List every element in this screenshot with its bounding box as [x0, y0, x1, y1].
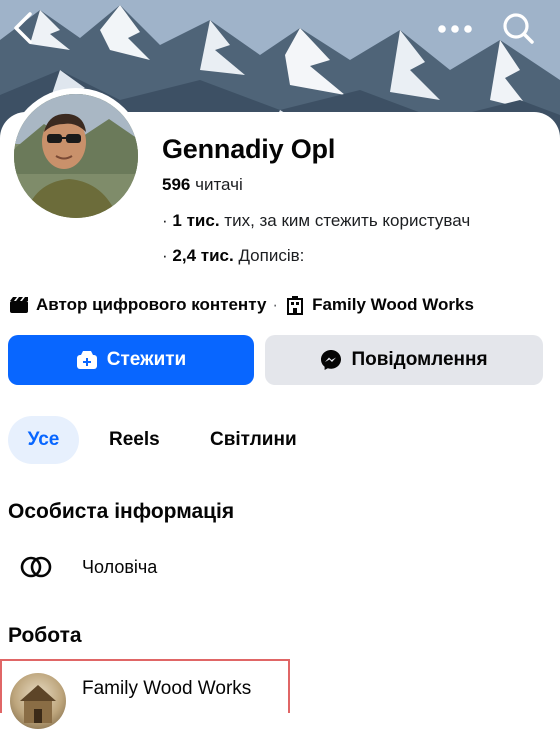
back-button[interactable] [2, 8, 46, 52]
messenger-icon [320, 349, 342, 371]
gender-rings-icon [18, 555, 54, 579]
following-label: тих, за ким стежить користувач [224, 211, 471, 230]
posts-count: 2,4 тис. [172, 246, 234, 265]
gender-value: Чоловіча [82, 556, 158, 577]
workplace-logo [10, 673, 66, 729]
followers-label: читачі [195, 175, 243, 194]
followers-count: 596 [162, 175, 191, 194]
profile-meta: Автор цифрового контенту · Family Wood W… [8, 294, 474, 316]
following-stat[interactable]: · 1 тис. тих, за ким стежить користувач [162, 211, 470, 231]
search-icon [501, 11, 535, 50]
profile-name: Gennadiy Opl [162, 134, 336, 164]
followers-stat[interactable]: 596 читачі [162, 175, 243, 195]
category-label: Автор цифрового контенту [36, 295, 267, 314]
building-icon [284, 294, 306, 316]
tab-all[interactable]: Усе [8, 416, 79, 464]
more-dots-icon [437, 21, 473, 39]
message-button[interactable]: Повідомлення [265, 335, 543, 385]
separator: · [272, 295, 279, 314]
chevron-left-icon [11, 11, 37, 50]
tab-reels[interactable]: Reels [109, 416, 160, 464]
work-place-name: Family Wood Works [82, 678, 252, 699]
search-button[interactable] [496, 8, 540, 52]
personal-info-title: Особиста інформація [8, 500, 235, 523]
clapperboard-icon [8, 294, 30, 316]
workplace-link[interactable]: Family Wood Works [312, 295, 474, 315]
bullet: · [162, 211, 168, 230]
work-title: Робота [8, 624, 82, 647]
following-count: 1 тис. [172, 211, 220, 230]
posts-stat[interactable]: · 2,4 тис. Дописів: [162, 246, 304, 266]
avatar[interactable] [14, 94, 138, 218]
bullet: · [162, 246, 168, 265]
follow-button[interactable]: Стежити [8, 335, 254, 385]
follow-label: Стежити [106, 349, 187, 370]
tab-photos[interactable]: Світлини [210, 416, 297, 464]
work-item[interactable]: Family Wood Works [0, 659, 290, 729]
message-label: Повідомлення [351, 349, 488, 370]
posts-label: Дописів: [238, 246, 305, 265]
more-options-button[interactable] [433, 8, 477, 52]
follow-plus-icon [76, 350, 98, 370]
gender-row: Чоловіча [18, 555, 157, 579]
